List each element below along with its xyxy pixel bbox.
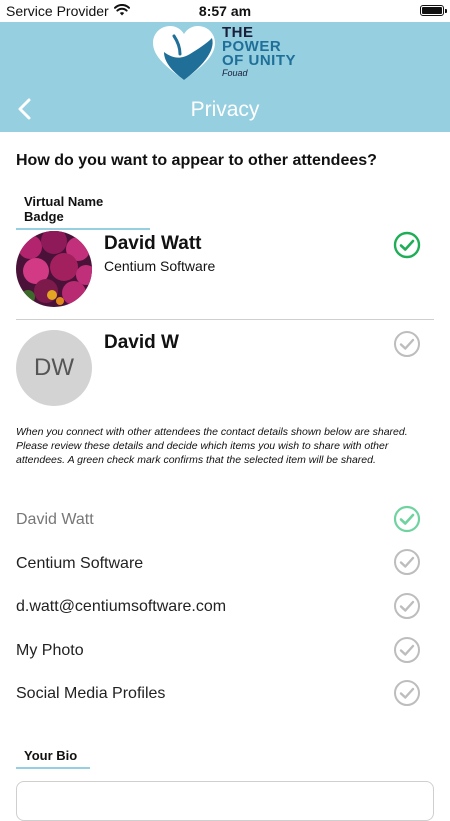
check-unselected-icon[interactable] (393, 548, 421, 576)
badge-option-name[interactable]: David W (104, 332, 179, 354)
sharing-info-text: When you connect with other attendees th… (16, 426, 408, 466)
check-unselected-icon[interactable] (393, 330, 421, 358)
logo-line-3: OF UNITY (222, 52, 296, 69)
avatar-initials[interactable]: DW (16, 330, 92, 406)
clock: 8:57 am (198, 3, 252, 19)
share-item-company[interactable]: Centium Software (16, 555, 143, 573)
your-bio-heading: Your Bio (16, 748, 90, 769)
virtual-name-badge-heading: Virtual Name Badge (16, 194, 150, 230)
status-bar: Service Provider 8:57 am (0, 0, 450, 22)
badge-option-name[interactable]: David Watt (104, 233, 201, 255)
battery-icon (420, 5, 447, 16)
share-item-social[interactable]: Social Media Profiles (16, 685, 165, 703)
check-unselected-icon[interactable] (393, 679, 421, 707)
share-item-photo[interactable]: My Photo (16, 642, 84, 660)
flower-photo-icon (16, 231, 92, 307)
logo-text: THE POWER OF UNITY (222, 25, 312, 69)
page-title: Privacy (190, 98, 260, 121)
check-selected-icon[interactable] (393, 231, 421, 259)
check-unselected-icon[interactable] (393, 592, 421, 620)
share-item-email[interactable]: d.watt@centiumsoftware.com (16, 598, 226, 616)
heart-hands-logo-icon (153, 26, 215, 80)
bio-textarea[interactable] (16, 781, 434, 821)
header: THE POWER OF UNITY Fouad Privacy (0, 22, 450, 132)
avatar-photo[interactable] (16, 231, 92, 307)
check-unselected-icon[interactable] (393, 636, 421, 664)
badge-option-company: Centium Software (104, 258, 216, 274)
share-item-name[interactable]: David Watt (16, 511, 94, 529)
appearance-question: How do you want to appear to other atten… (16, 152, 377, 169)
check-selected-icon[interactable] (393, 505, 421, 533)
badge-divider (16, 319, 434, 320)
logo-signature: Fouad (222, 68, 248, 78)
